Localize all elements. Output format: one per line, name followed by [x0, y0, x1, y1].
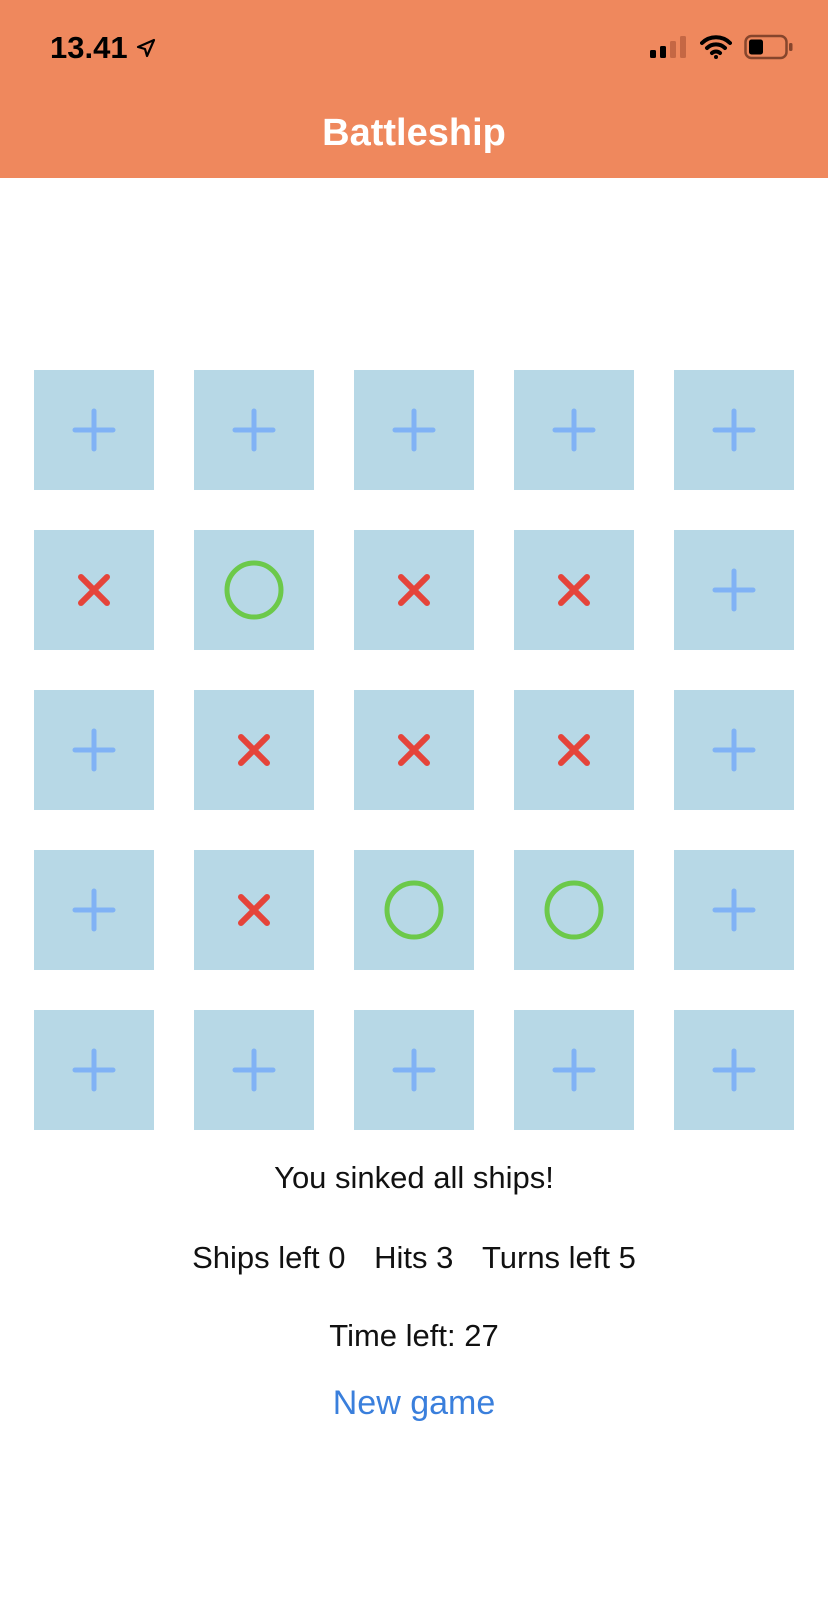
plus-icon [392, 408, 436, 452]
board-cell[interactable] [354, 1010, 474, 1130]
plus-icon [552, 1048, 596, 1092]
wifi-icon [700, 35, 732, 59]
board-cell[interactable] [194, 690, 314, 810]
turns-left: Turns left 5 [481, 1240, 636, 1275]
board-cell[interactable] [514, 1010, 634, 1130]
location-arrow-icon [136, 38, 156, 58]
plus-icon [712, 888, 756, 932]
game-stats: Ships left 0 Hits 3 Turns left 5 [0, 1240, 828, 1276]
game-message: You sinked all ships! [274, 1160, 554, 1195]
cross-icon [238, 734, 270, 766]
plus-icon [72, 408, 116, 452]
board-cell[interactable] [354, 690, 474, 810]
board-cell[interactable] [194, 530, 314, 650]
plus-icon [392, 1048, 436, 1092]
status-icons [650, 34, 794, 60]
board-cell[interactable] [354, 850, 474, 970]
status-time-group: 13.41 [50, 30, 156, 66]
ships-left: Ships left 0 [192, 1240, 346, 1275]
plus-icon [72, 888, 116, 932]
board-cell[interactable] [34, 530, 154, 650]
board-cell[interactable] [514, 530, 634, 650]
plus-icon [72, 728, 116, 772]
cross-icon [558, 734, 590, 766]
plus-icon [232, 408, 276, 452]
board-cell[interactable] [34, 850, 154, 970]
board-cell[interactable] [194, 370, 314, 490]
circle-icon [384, 880, 444, 940]
time-left: Time left: 27 [329, 1318, 499, 1353]
board-cell[interactable] [34, 370, 154, 490]
plus-icon [72, 1048, 116, 1092]
game-board [34, 370, 794, 1130]
plus-icon [712, 408, 756, 452]
battery-icon [744, 34, 794, 60]
plus-icon [552, 408, 596, 452]
cross-icon [558, 574, 590, 606]
plus-icon [712, 1048, 756, 1092]
board-cell[interactable] [674, 690, 794, 810]
page-title: Battleship [322, 112, 506, 154]
battleship-screen: 13.41 Battleship You sinked all ships! S… [0, 0, 828, 1608]
hits-count: Hits 3 [374, 1240, 454, 1275]
plus-icon [712, 568, 756, 612]
board-cell[interactable] [674, 370, 794, 490]
plus-icon [232, 1048, 276, 1092]
board-cell[interactable] [514, 690, 634, 810]
board-cell[interactable] [194, 850, 314, 970]
cross-icon [398, 574, 430, 606]
board-cell[interactable] [34, 1010, 154, 1130]
new-game-button[interactable]: New game [0, 1384, 828, 1423]
cross-icon [398, 734, 430, 766]
plus-icon [712, 728, 756, 772]
board-cell[interactable] [674, 850, 794, 970]
status-time: 13.41 [50, 30, 128, 65]
cross-icon [238, 894, 270, 926]
board-cell[interactable] [674, 1010, 794, 1130]
board-cell[interactable] [34, 690, 154, 810]
board-cell[interactable] [354, 370, 474, 490]
app-header: 13.41 Battleship [0, 0, 828, 178]
board-cell[interactable] [514, 850, 634, 970]
circle-icon [224, 560, 284, 620]
board-cell[interactable] [514, 370, 634, 490]
board-cell[interactable] [674, 530, 794, 650]
board-cell[interactable] [194, 1010, 314, 1130]
board-cell[interactable] [354, 530, 474, 650]
circle-icon [544, 880, 604, 940]
cross-icon [78, 574, 110, 606]
cellular-signal-icon [650, 36, 688, 58]
